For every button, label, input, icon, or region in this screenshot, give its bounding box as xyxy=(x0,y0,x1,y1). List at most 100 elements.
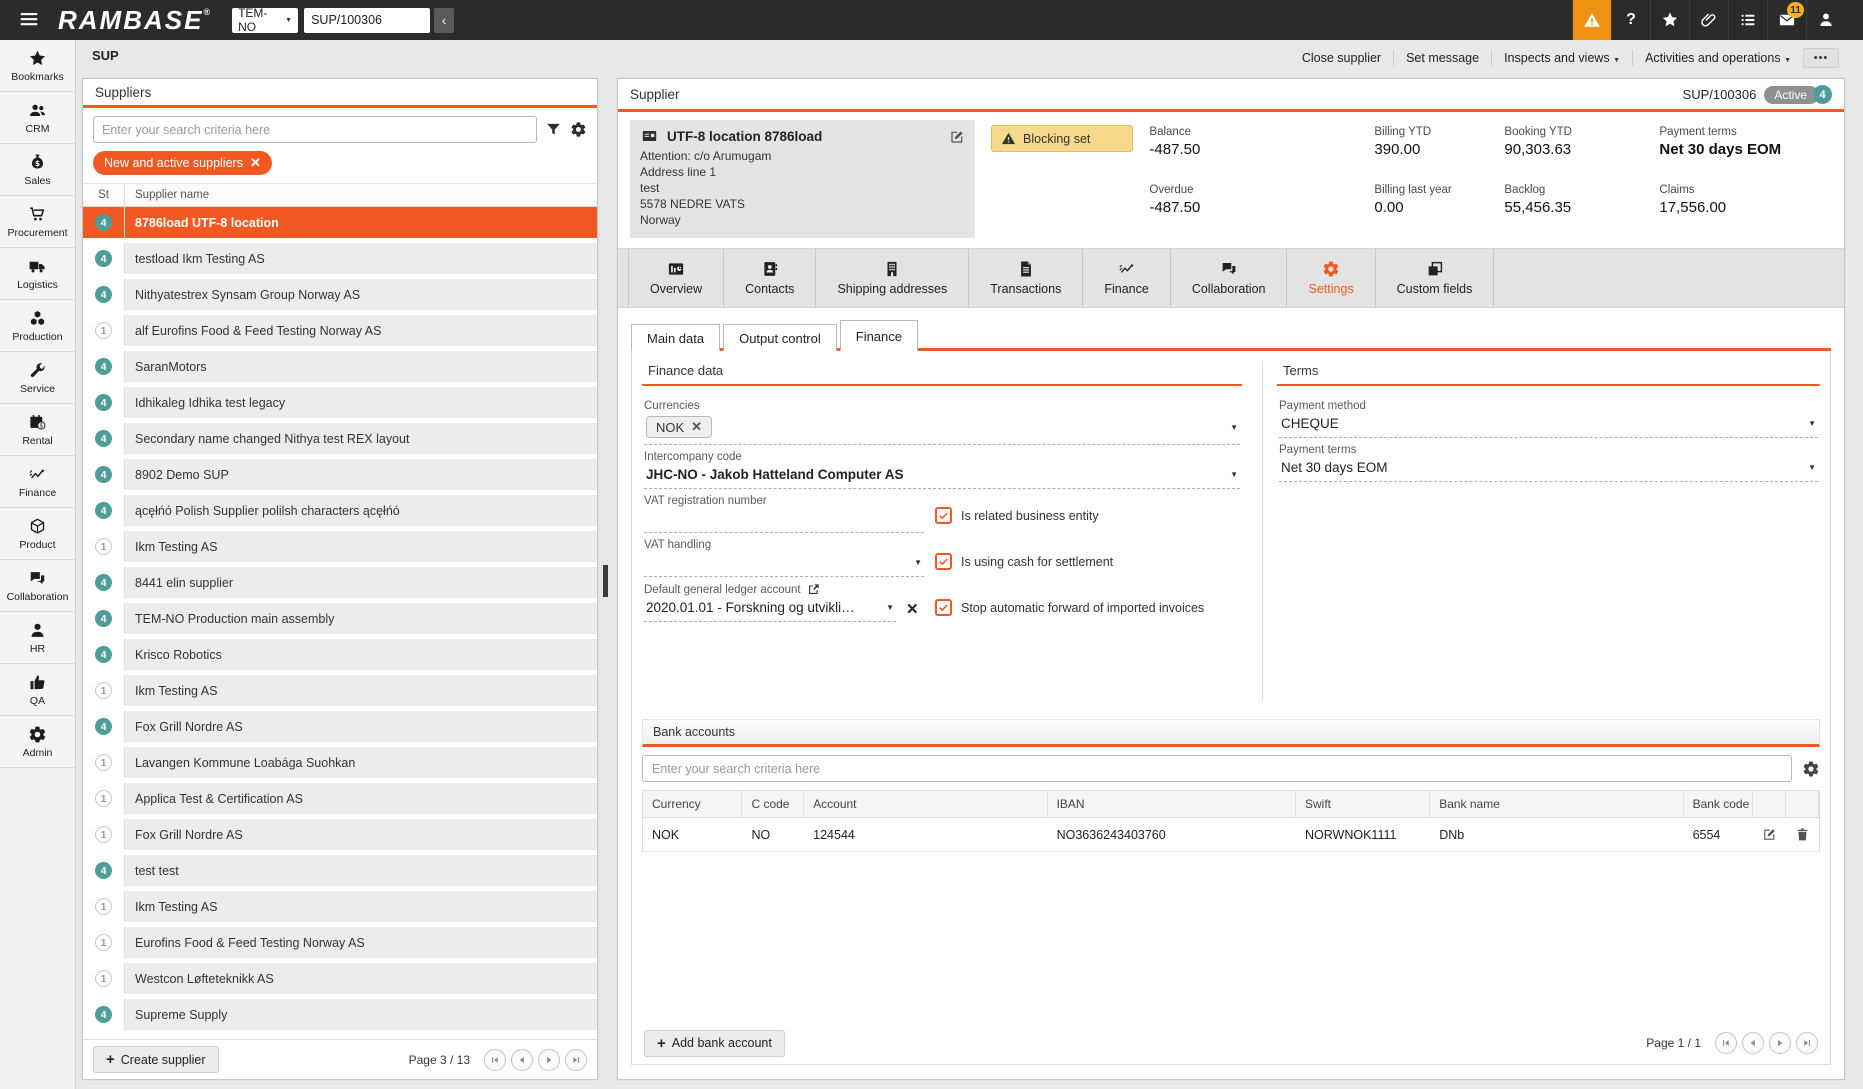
currency-chip[interactable]: NOK✕ xyxy=(646,416,712,438)
close-icon[interactable]: ✕ xyxy=(691,419,702,435)
supplier-row[interactable]: 1 Fox Grill Nordre AS xyxy=(83,819,597,850)
favorites-button[interactable] xyxy=(1650,0,1689,40)
suppliers-page-last-button[interactable] xyxy=(565,1049,587,1071)
chevron-down-icon[interactable]: ▼ xyxy=(886,603,894,612)
tab-finance[interactable]: Finance xyxy=(1083,249,1170,307)
tasks-button[interactable] xyxy=(1728,0,1767,40)
sidebar-item-service[interactable]: Service xyxy=(0,352,75,404)
bank-page-next-button[interactable] xyxy=(1769,1032,1791,1054)
suppliers-page-prev-button[interactable] xyxy=(511,1049,533,1071)
menu-button[interactable] xyxy=(18,8,42,32)
filter-icon[interactable] xyxy=(545,121,562,138)
supplier-row[interactable]: 1 Applica Test & Certification AS xyxy=(83,783,597,814)
chevron-down-icon[interactable]: ▼ xyxy=(1230,470,1238,479)
blocking-warning[interactable]: Blocking set xyxy=(991,125,1133,152)
help-button[interactable]: ? xyxy=(1611,0,1650,40)
external-link-icon[interactable] xyxy=(807,583,820,596)
ledger-value[interactable]: 2020.01.01 - Forskning og utvikling, erv… xyxy=(644,596,896,622)
sidebar-item-collaboration[interactable]: Collaboration xyxy=(0,560,75,612)
tab-overview[interactable]: Overview xyxy=(628,249,724,307)
context-selector[interactable]: TEM-NO ▼ xyxy=(232,8,298,33)
vat-number-value[interactable] xyxy=(644,507,924,533)
sidebar-item-bookmarks[interactable]: Bookmarks xyxy=(0,40,75,92)
sidebar-item-product[interactable]: Product xyxy=(0,508,75,560)
supplier-row[interactable]: 4 8441 elin supplier xyxy=(83,567,597,598)
sidebar-item-finance[interactable]: Finance xyxy=(0,456,75,508)
action-close-supplier[interactable]: Close supplier xyxy=(1302,51,1381,65)
clear-icon[interactable]: ✕ xyxy=(906,600,919,618)
action-set-message[interactable]: Set message xyxy=(1406,51,1479,65)
supplier-row[interactable]: 1 Ikm Testing AS xyxy=(83,531,597,562)
sidebar-item-rental[interactable]: Rental xyxy=(0,404,75,456)
supplier-row[interactable]: 4 8786load UTF-8 location xyxy=(83,207,597,238)
messages-button[interactable]: 11 xyxy=(1767,0,1806,40)
sidebar-item-procurement[interactable]: Procurement xyxy=(0,196,75,248)
supplier-row[interactable]: 1 Ikm Testing AS xyxy=(83,675,597,706)
subtab-main-data[interactable]: Main data xyxy=(631,324,720,351)
bank-search-input[interactable] xyxy=(642,755,1792,782)
supplier-row[interactable]: 4 Secondary name changed Nithya test REX… xyxy=(83,423,597,454)
user-button[interactable] xyxy=(1806,0,1845,40)
more-actions-button[interactable]: ••• xyxy=(1803,48,1839,68)
checkbox-checked-icon[interactable] xyxy=(935,507,952,524)
supplier-row[interactable]: 1 alf Eurofins Food & Feed Testing Norwa… xyxy=(83,315,597,346)
edit-icon[interactable] xyxy=(1762,827,1777,842)
supplier-row[interactable]: 4 testload Ikm Testing AS xyxy=(83,243,597,274)
supplier-row[interactable]: 1 Lavangen Kommune Loabága Suohkan xyxy=(83,747,597,778)
add-bank-account-button[interactable]: +Add bank account xyxy=(644,1030,785,1057)
trash-icon[interactable] xyxy=(1795,827,1810,842)
chevron-down-icon[interactable]: ▼ xyxy=(914,558,922,567)
bank-page-last-button[interactable] xyxy=(1796,1032,1818,1054)
sidebar-item-logistics[interactable]: Logistics xyxy=(0,248,75,300)
action-activities-and-operations[interactable]: Activities and operations ▼ xyxy=(1645,51,1791,65)
checkbox-checked-icon[interactable] xyxy=(935,599,952,616)
tab-shipping-addresses[interactable]: Shipping addresses xyxy=(816,249,969,307)
supplier-row[interactable]: 1 Ikm Testing AS xyxy=(83,891,597,922)
object-search-input[interactable] xyxy=(304,8,430,33)
sidebar-item-sales[interactable]: Sales xyxy=(0,144,75,196)
bank-account-row[interactable]: NOKNO124544NO3636243403760NORWNOK1111DNb… xyxy=(643,818,1819,852)
checkbox-checked-icon[interactable] xyxy=(935,553,952,570)
app-logo[interactable]: RAMBASE® xyxy=(58,5,210,36)
subtab-finance[interactable]: Finance xyxy=(840,320,918,351)
gear-icon[interactable] xyxy=(570,121,587,138)
subtab-output-control[interactable]: Output control xyxy=(723,324,837,351)
splitter-handle[interactable] xyxy=(603,565,608,597)
chevron-down-icon[interactable]: ▼ xyxy=(1230,423,1238,432)
chevron-down-icon[interactable]: ▼ xyxy=(1808,419,1816,428)
supplier-row[interactable]: 4 TEM-NO Production main assembly xyxy=(83,603,597,634)
supplier-row[interactable]: 4 Supreme Supply xyxy=(83,999,597,1030)
supplier-row[interactable]: 4 SaranMotors xyxy=(83,351,597,382)
supplier-row[interactable]: 4 8902 Demo SUP xyxy=(83,459,597,490)
sidebar-item-production[interactable]: Production xyxy=(0,300,75,352)
edit-icon[interactable] xyxy=(949,129,965,145)
suppliers-page-first-button[interactable] xyxy=(484,1049,506,1071)
action-inspects-and-views[interactable]: Inspects and views ▼ xyxy=(1504,51,1620,65)
sidebar-item-admin[interactable]: Admin xyxy=(0,716,75,768)
checkbox-is-using-cash-for-settlement[interactable]: Is using cash for settlement xyxy=(935,553,1235,570)
supplier-row[interactable]: 1 Eurofins Food & Feed Testing Norway AS xyxy=(83,927,597,958)
supplier-row[interactable]: 4 Krisco Robotics xyxy=(83,639,597,670)
tab-collaboration[interactable]: Collaboration xyxy=(1171,249,1288,307)
payment-method-value[interactable]: CHEQUE ▼ xyxy=(1279,412,1818,438)
checkbox-is-related-business-entity[interactable]: Is related business entity xyxy=(935,507,1235,524)
filter-chip[interactable]: New and active suppliers✕ xyxy=(93,151,272,175)
tab-transactions[interactable]: Transactions xyxy=(969,249,1083,307)
intercompany-value[interactable]: JHC-NO - Jakob Hatteland Computer AS ▼ xyxy=(644,463,1240,489)
gear-icon[interactable] xyxy=(1802,760,1820,778)
attachments-button[interactable] xyxy=(1689,0,1728,40)
payment-terms-value[interactable]: Net 30 days EOM ▼ xyxy=(1279,456,1818,482)
currencies-value[interactable]: NOK✕ ▼ xyxy=(644,412,1240,445)
supplier-row[interactable]: 4 Idhikaleg Idhika test legacy xyxy=(83,387,597,418)
chevron-down-icon[interactable]: ▼ xyxy=(1808,463,1816,472)
bank-page-prev-button[interactable] xyxy=(1742,1032,1764,1054)
tab-custom-fields[interactable]: Custom fields xyxy=(1376,249,1495,307)
bank-page-first-button[interactable] xyxy=(1715,1032,1737,1054)
suppliers-page-next-button[interactable] xyxy=(538,1049,560,1071)
sidebar-item-qa[interactable]: QA xyxy=(0,664,75,716)
alerts-button[interactable] xyxy=(1572,0,1611,40)
supplier-row[interactable]: 1 Westcon Løfteteknikk AS xyxy=(83,963,597,994)
tab-settings[interactable]: Settings xyxy=(1287,249,1375,307)
close-icon[interactable]: ✕ xyxy=(250,155,261,171)
back-button[interactable]: ‹ xyxy=(434,8,454,33)
